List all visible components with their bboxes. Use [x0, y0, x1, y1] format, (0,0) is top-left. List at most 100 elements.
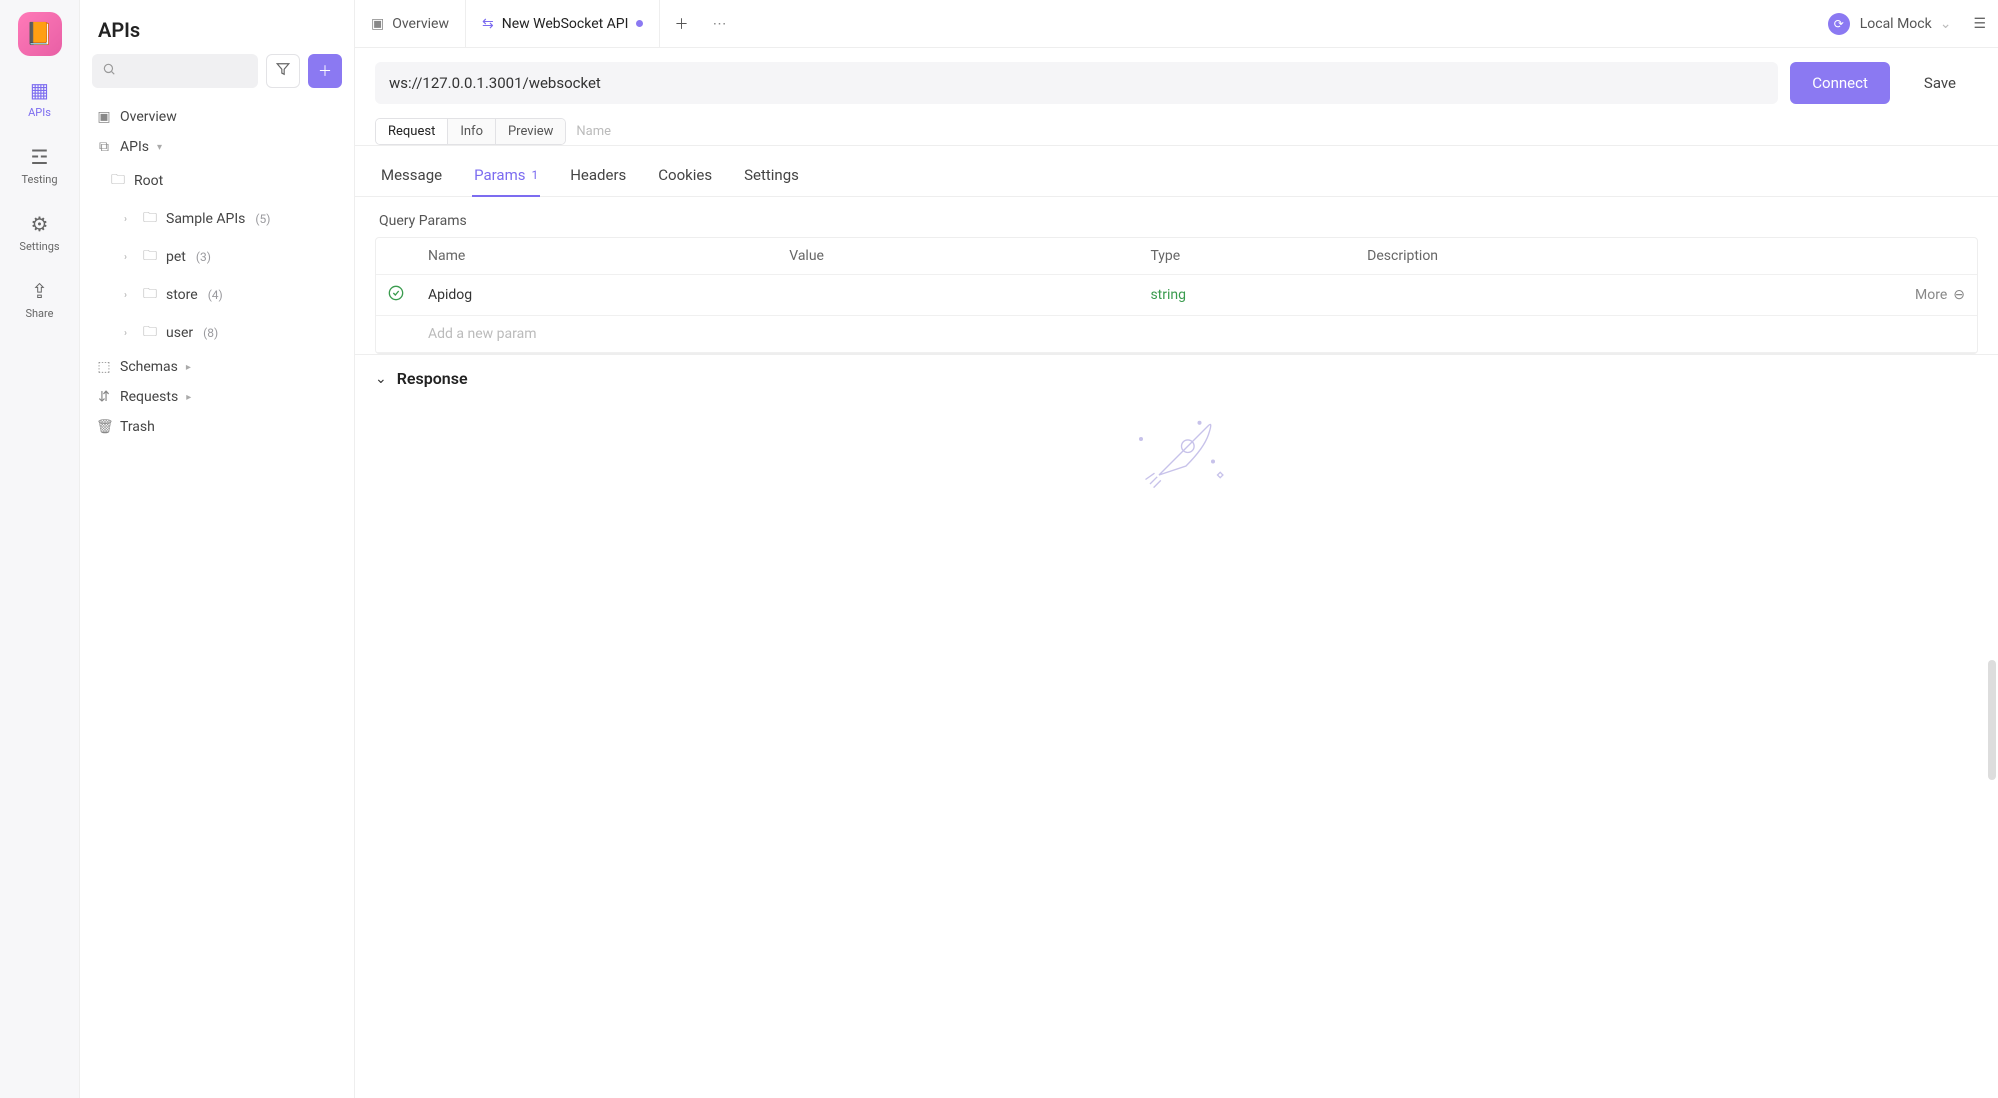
tab-overview[interactable]: ▣ Overview [355, 0, 466, 47]
cube-icon: ⬚ [96, 359, 112, 375]
params-table: Name Value Type Description Apidog strin… [375, 237, 1978, 354]
pill-preview[interactable]: Preview [496, 119, 565, 144]
add-button[interactable]: ＋ [308, 54, 342, 88]
search-input[interactable] [92, 54, 258, 88]
main: ▣ Overview ⇆ New WebSocket API ＋ ⋯ ⟳ Loc… [355, 0, 1998, 1098]
new-tab-button[interactable]: ＋ [660, 0, 702, 47]
ctab-params[interactable]: Params 1 [472, 158, 540, 196]
tree-label: pet [166, 249, 186, 265]
rail-label: Settings [19, 240, 59, 253]
tree-folder-sample[interactable]: › 🗀 Sample APIs (5) [88, 200, 346, 238]
unsaved-dot-icon [636, 20, 643, 27]
chevron-down-icon: ⌄ [1940, 16, 1952, 32]
tab-label: New WebSocket API [502, 16, 629, 32]
ctab-message[interactable]: Message [379, 158, 444, 196]
folder-icon: 🗀 [142, 283, 158, 307]
grid-icon: ▦ [30, 78, 49, 102]
col-name: Name [416, 238, 777, 274]
request-icon: ⇵ [96, 389, 112, 405]
tree-count: (8) [203, 326, 218, 340]
ctab-cookies[interactable]: Cookies [656, 158, 714, 196]
tree-schemas[interactable]: ⬚ Schemas ▸ [88, 352, 346, 382]
tree-trash[interactable]: 🗑 Trash [88, 412, 346, 442]
rail-item-share[interactable]: ⇪ Share [25, 275, 53, 324]
param-name[interactable]: Apidog [416, 277, 777, 313]
tree-overview[interactable]: ▣ Overview [88, 102, 346, 132]
query-params-title: Query Params [355, 197, 1998, 237]
tree-apis[interactable]: ⧉ APIs ▾ [88, 132, 346, 162]
subtab-row: Request Info Preview Name [355, 118, 1998, 146]
scrollbar[interactable] [1988, 660, 1996, 780]
tree-label: APIs [120, 139, 149, 155]
pill-request[interactable]: Request [376, 119, 448, 144]
tab-more-button[interactable]: ⋯ [702, 16, 736, 32]
folder-icon: 🗀 [142, 245, 158, 269]
env-refresh-button[interactable]: ⟳ [1828, 13, 1850, 35]
book-icon: 📙 [26, 22, 53, 47]
add-param-row[interactable]: Add a new param [376, 316, 1977, 353]
rail-item-apis[interactable]: ▦ APIs [28, 74, 51, 123]
layout-icon: ▣ [96, 109, 112, 125]
rail-label: APIs [28, 106, 51, 119]
tree-requests[interactable]: ⇵ Requests ▸ [88, 382, 346, 412]
app-logo: 📙 [18, 12, 62, 56]
connect-button[interactable]: Connect [1790, 62, 1890, 104]
minus-circle-icon[interactable]: ⊖ [1953, 287, 1965, 303]
response-body [355, 402, 1998, 1098]
folder-icon: 🗀 [142, 207, 158, 231]
col-type: Type [1138, 238, 1355, 274]
tree-folder-pet[interactable]: › 🗀 pet (3) [88, 238, 346, 276]
plus-icon: ＋ [674, 14, 688, 34]
rail-item-settings[interactable]: ⚙ Settings [19, 208, 59, 257]
filter-button[interactable] [266, 54, 300, 88]
ctab-label: Params [474, 166, 525, 184]
chevron-right-icon: › [124, 252, 134, 263]
menu-button[interactable]: ☰ [1973, 16, 1986, 32]
param-description[interactable] [1355, 285, 1897, 305]
param-type[interactable]: string [1138, 277, 1355, 313]
chevron-right-icon: › [124, 290, 134, 301]
col-description: Description [1355, 238, 1897, 274]
chevron-down-icon: ⌄ [375, 371, 387, 387]
check-icon[interactable] [376, 275, 416, 315]
tree-label: Requests [120, 389, 178, 405]
trash-icon: 🗑 [96, 419, 112, 435]
environment-selector[interactable]: Local Mock ⌄ [1850, 12, 1962, 36]
tree-folder-store[interactable]: › 🗀 store (4) [88, 276, 346, 314]
param-value[interactable] [777, 285, 1138, 305]
pill-info[interactable]: Info [448, 119, 496, 144]
sidebar-toolbar: ＋ [80, 54, 354, 98]
url-row: Connect Save [355, 48, 1998, 118]
tree-label: Schemas [120, 359, 178, 375]
tab-label: Overview [392, 16, 449, 32]
rail-item-testing[interactable]: ☲ Testing [21, 141, 57, 190]
websocket-icon: ⇆ [482, 16, 494, 32]
name-placeholder: Name [576, 124, 611, 139]
param-row[interactable]: Apidog string More ⊖ [376, 275, 1977, 316]
rail-label: Testing [21, 173, 57, 186]
sidebar-title: APIs [80, 0, 354, 54]
tree-root[interactable]: 🗀 Root [88, 162, 346, 200]
tree-label: Overview [120, 109, 177, 125]
chevron-right-icon: ▸ [186, 392, 196, 403]
save-button[interactable]: Save [1902, 62, 1978, 104]
tree-label: user [166, 325, 193, 341]
chevron-down-icon: ▾ [157, 142, 167, 153]
tree-label: Sample APIs [166, 211, 245, 227]
menu-icon: ☰ [1973, 16, 1986, 32]
tree-folder-user[interactable]: › 🗀 user (8) [88, 314, 346, 352]
tree-count: (3) [196, 250, 211, 264]
ctab-settings[interactable]: Settings [742, 158, 801, 196]
chevron-right-icon: › [124, 214, 134, 225]
col-value: Value [777, 238, 1138, 274]
api-icon: ⧉ [96, 139, 112, 155]
filter-icon [276, 62, 290, 80]
ctab-headers[interactable]: Headers [568, 158, 628, 196]
param-more[interactable]: More ⊖ [1897, 277, 1977, 313]
params-header-row: Name Value Type Description [376, 238, 1977, 275]
params-count-badge: 1 [531, 168, 538, 182]
response-toggle[interactable]: ⌄ Response [355, 354, 1998, 402]
url-input[interactable] [375, 62, 1778, 104]
tab-websocket[interactable]: ⇆ New WebSocket API [466, 0, 660, 47]
folder-icon: 🗀 [110, 169, 126, 193]
